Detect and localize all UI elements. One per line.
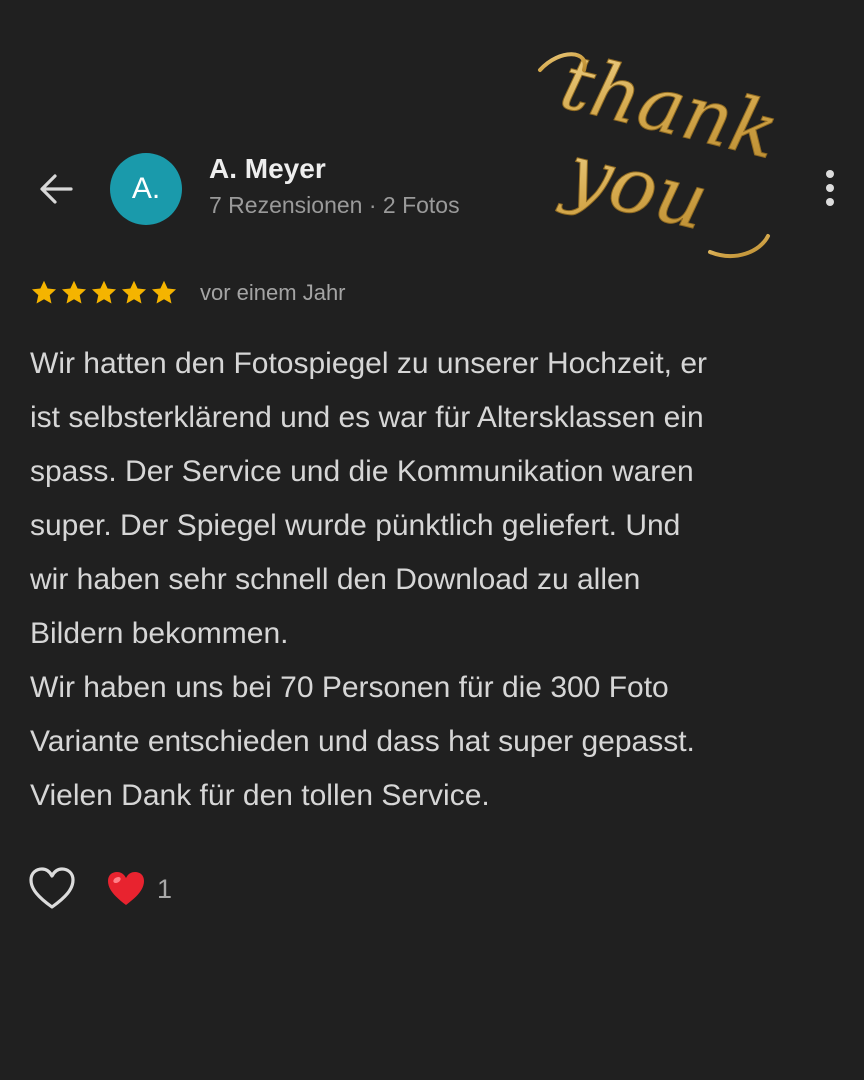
star-icon — [61, 280, 87, 304]
star-icon — [91, 280, 117, 304]
star-icon — [121, 280, 147, 304]
review-text-line: Wir haben uns bei 70 Personen für die 30… — [30, 671, 669, 704]
reviewer-name[interactable]: A. Meyer — [209, 153, 326, 185]
arrow-left-icon — [40, 174, 73, 204]
like-button[interactable] — [28, 866, 76, 912]
star-icon — [31, 280, 57, 304]
back-button[interactable] — [30, 166, 82, 212]
reviewer-meta: 7 Rezensionen · 2 Fotos — [209, 192, 460, 218]
review-text-line: ist selbsterklärend und es war für Alter… — [30, 401, 704, 434]
red-heart-icon — [108, 872, 144, 905]
review-text-line: Variante entschieden und dass hat super … — [30, 725, 695, 758]
avatar[interactable]: A. — [110, 153, 182, 225]
star-icon — [151, 280, 177, 304]
review-text-line: spass. Der Service und die Kommunikation… — [30, 455, 694, 488]
review-text-line: Wir hatten den Fotospiegel zu unserer Ho… — [30, 347, 708, 380]
more-vertical-icon-dot — [826, 198, 834, 206]
star-rating — [30, 279, 178, 307]
avatar-initials: A. — [131, 172, 161, 205]
thank-you-sticker: thank you — [538, 40, 788, 258]
more-options-button[interactable] — [812, 164, 848, 212]
review-text-line: super. Der Spiegel wurde pünktlich gelie… — [30, 509, 681, 542]
review-text-line: Vielen Dank für den tollen Service. — [30, 779, 490, 812]
reaction-count: 1 — [157, 874, 173, 904]
more-vertical-icon-dot — [826, 184, 834, 192]
more-vertical-icon — [826, 170, 834, 178]
review-text-line: wir haben sehr schnell den Download zu a… — [30, 563, 641, 596]
review-text: Wir hatten den Fotospiegel zu unserer Ho… — [30, 337, 850, 823]
heart-outline-icon — [29, 867, 75, 909]
review-text-line: Bildern bekommen. — [30, 617, 289, 650]
review-date: vor einem Jahr — [200, 280, 346, 305]
